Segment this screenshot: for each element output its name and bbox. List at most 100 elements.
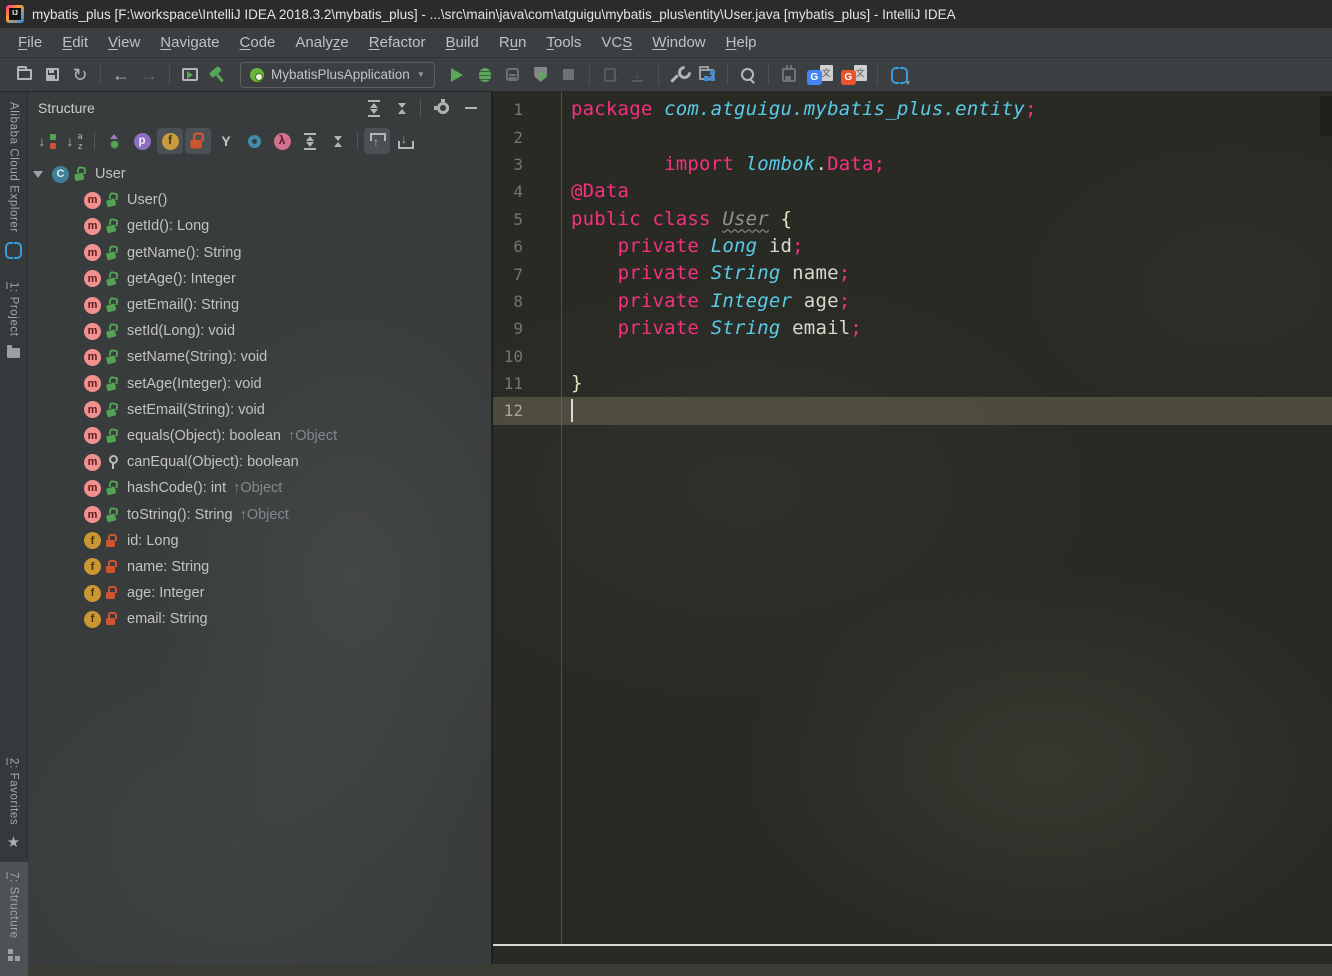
structure-tree-item[interactable]: f age: Integer	[28, 580, 491, 606]
tree-item-label: User	[95, 166, 126, 183]
show-lambdas-icon[interactable]: λ	[269, 128, 295, 154]
collapse-all-icon[interactable]	[325, 128, 351, 154]
tree-item-label: setId(Long): void	[127, 323, 236, 340]
sort-by-visibility-icon[interactable]	[34, 128, 60, 154]
tool-window-button-2-favorites[interactable]: 2: Favorites ★	[0, 748, 28, 862]
editor-bottom-divider[interactable]	[493, 944, 1332, 946]
sort-alphabetically-icon[interactable]: az	[62, 128, 88, 154]
structure-tree-item[interactable]: m setEmail(String): void	[28, 397, 491, 423]
tool-window-button-7-structure[interactable]: 7: Structure	[0, 862, 28, 976]
tool-window-button-1-project[interactable]: 1: Project	[0, 272, 28, 374]
code-line[interactable]: 5 public class User {	[493, 206, 1332, 233]
download-dim-icon[interactable]	[624, 62, 652, 88]
structure-tree-item[interactable]: m getAge(): Integer	[28, 266, 491, 292]
plugin-save-icon[interactable]	[775, 62, 803, 88]
line-number: 3	[513, 154, 523, 174]
method-icon: m	[84, 453, 101, 471]
forward-icon[interactable]: →	[135, 62, 163, 88]
open-icon[interactable]	[10, 62, 38, 88]
code-lines[interactable]: 1 package com.atguigu.mybatis_plus.entity…	[493, 92, 1332, 425]
hide-icon[interactable]	[459, 96, 483, 120]
menu-window[interactable]: Window	[642, 34, 715, 51]
menu-view[interactable]: View	[98, 34, 150, 51]
show-fields-icon[interactable]: f	[157, 128, 183, 154]
code-line[interactable]: 10	[493, 343, 1332, 370]
menu-vcs[interactable]: VCS	[591, 34, 642, 51]
structure-tree-item[interactable]: f email: String	[28, 606, 491, 632]
structure-tree-item[interactable]: C User	[28, 161, 491, 187]
line-number: 10	[503, 346, 523, 366]
search-icon[interactable]	[734, 62, 762, 88]
collapse-all-icon[interactable]	[390, 96, 414, 120]
code-line[interactable]: 7 private String name;	[493, 260, 1332, 287]
structure-tree-item[interactable]: m toString(): String ↑Object	[28, 501, 491, 527]
code-line[interactable]: 3 import lombok.Data;	[493, 151, 1332, 178]
menu-tools[interactable]: Tools	[536, 34, 591, 51]
profiler-icon[interactable]	[527, 62, 555, 88]
code-line[interactable]: 8 private Integer age;	[493, 288, 1332, 315]
code-line[interactable]: 4 @Data	[493, 178, 1332, 205]
run-dim-icon[interactable]	[596, 62, 624, 88]
menu-analyze[interactable]: Analyze	[285, 34, 358, 51]
structure-tree-item[interactable]: m equals(Object): boolean ↑Object	[28, 423, 491, 449]
wrench-settings-icon[interactable]	[665, 62, 693, 88]
build-hammer-icon[interactable]	[204, 62, 232, 88]
menu-code[interactable]: Code	[230, 34, 286, 51]
menu-edit[interactable]: Edit	[52, 34, 98, 51]
structure-tree-item[interactable]: m setAge(Integer): void	[28, 371, 491, 397]
cloud-brackets-icon[interactable]: ▼	[884, 62, 916, 88]
structure-tree-item[interactable]: m setId(Long): void	[28, 318, 491, 344]
status-bar-strip	[28, 964, 1332, 976]
code-line[interactable]: 9 private String email;	[493, 315, 1332, 342]
show-properties-icon[interactable]: p	[129, 128, 155, 154]
show-non-public-icon[interactable]	[185, 128, 211, 154]
show-inherited-icon[interactable]	[101, 128, 127, 154]
save-icon[interactable]	[38, 62, 66, 88]
stop-icon[interactable]	[555, 62, 583, 88]
structure-tree-item[interactable]: m setName(String): void	[28, 344, 491, 370]
show-visitors-icon[interactable]	[241, 128, 267, 154]
menu-run[interactable]: Run	[489, 34, 537, 51]
gear-icon[interactable]	[431, 96, 455, 120]
translate-blue-icon[interactable]: 文G	[803, 62, 837, 88]
menu-help[interactable]: Help	[716, 34, 767, 51]
autoscroll-to-source-icon[interactable]	[364, 128, 390, 154]
tree-item-label: getName(): String	[127, 244, 242, 261]
coverage-icon[interactable]	[499, 62, 527, 88]
code-line[interactable]: 1 package com.atguigu.mybatis_plus.entity…	[493, 96, 1332, 123]
sync-icon[interactable]: ↻	[66, 62, 94, 88]
menu-build[interactable]: Build	[435, 34, 488, 51]
menu-file[interactable]: File	[8, 34, 52, 51]
code-line[interactable]: 12	[493, 397, 1332, 425]
show-anonymous-classes-icon[interactable]: Y	[213, 128, 239, 154]
menu-bar: File Edit View Navigate Code Analyze Refactor B…	[0, 28, 1332, 58]
code-line[interactable]: 11}	[493, 370, 1332, 397]
project-structure-icon[interactable]	[693, 62, 721, 88]
expand-all-icon[interactable]	[362, 96, 386, 120]
code-text: public class User {	[571, 207, 793, 230]
structure-tree-item[interactable]: m hashCode(): int ↑Object	[28, 475, 491, 501]
code-line[interactable]: 6 private Long id;	[493, 233, 1332, 260]
structure-tree-item[interactable]: m User()	[28, 187, 491, 213]
translate-orange-icon[interactable]: 文G	[837, 62, 871, 88]
structure-tree-item[interactable]: m getEmail(): String	[28, 292, 491, 318]
line-number: 11	[503, 374, 523, 394]
autoscroll-from-source-icon[interactable]	[392, 128, 418, 154]
menu-refactor[interactable]: Refactor	[359, 34, 436, 51]
tool-window-button-alibaba-cloud-explorer[interactable]: Alibaba Cloud Explorer	[0, 92, 28, 272]
run-anything-icon[interactable]	[176, 62, 204, 88]
code-line[interactable]: 2	[493, 123, 1332, 150]
menu-navigate[interactable]: Navigate	[150, 34, 229, 51]
structure-tree-item[interactable]: f name: String	[28, 554, 491, 580]
run-icon[interactable]	[443, 62, 471, 88]
structure-tree-item[interactable]: m getId(): Long	[28, 213, 491, 239]
run-configuration-select[interactable]: MybatisPlusApplication ▼	[240, 61, 435, 88]
structure-tree-item[interactable]: m canEqual(Object): boolean	[28, 449, 491, 475]
debug-icon[interactable]	[471, 62, 499, 88]
expand-all-icon[interactable]	[297, 128, 323, 154]
expand-arrow-icon[interactable]	[33, 170, 43, 178]
structure-tree-item[interactable]: m getName(): String	[28, 240, 491, 266]
code-editor[interactable]: 1 package com.atguigu.mybatis_plus.entity…	[493, 92, 1332, 976]
structure-tree-item[interactable]: f id: Long	[28, 528, 491, 554]
back-icon[interactable]: ←	[107, 62, 135, 88]
